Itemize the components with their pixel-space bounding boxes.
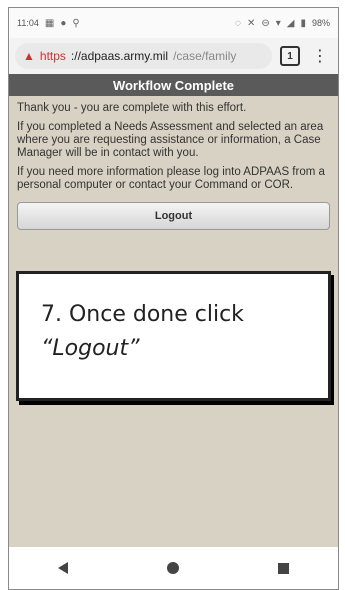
message-icon: ▦ [44,17,55,29]
vibrate-icon: ◌ [235,17,241,29]
clock: 11:04 [17,18,39,28]
browser-toolbar: ▲ https://adpaas.army.mil/case/family 1 … [9,38,338,75]
mute-icon: ✕ [246,17,256,29]
page-title: Workflow Complete [9,74,338,96]
instruction-callout: 7. Once done click “Logout” [16,271,331,401]
insecure-warning-icon[interactable]: ▲ [23,49,35,63]
tab-switcher-button[interactable]: 1 [280,46,300,66]
url-scheme: https [39,49,66,63]
battery-icon: ▮ [300,17,306,29]
callout-line-1: 7. Once done click [41,302,244,327]
logout-button[interactable]: Logout [17,202,330,230]
back-icon[interactable] [58,562,69,574]
paragraph-thanks: Thank you - you are complete with this e… [17,102,247,114]
home-icon[interactable] [166,562,179,574]
battery-percent: 98% [311,18,330,28]
recent-apps-icon[interactable] [277,562,289,574]
wifi-icon: ▾ [275,17,281,29]
dnd-icon: ⊖ [261,17,270,29]
android-nav-bar [9,547,338,589]
url-bar[interactable]: ▲ https ://adpaas.army.mil/case/family [15,43,272,69]
url-host: ://adpaas.army.mil [70,49,169,63]
status-bar: 11:04 ▦ ● ⚲ ◌ ✕ ⊖ ▾ ◢ ▮ 98% [9,8,338,38]
app-notification-icon: ⚲ [72,17,80,29]
paragraph-needs-assessment: If you completed a Needs Assessment and … [17,121,324,159]
callout-line-2: “Logout” [41,336,140,361]
paragraph-more-info: If you need more information please log … [17,166,325,191]
message-body: Thank you - you are complete with this e… [9,96,338,192]
signal-icon: ◢ [286,17,295,29]
notification-icon: ● [60,17,67,29]
url-path: /case/family [173,49,237,63]
overflow-menu-icon[interactable]: ⋮ [308,46,332,66]
